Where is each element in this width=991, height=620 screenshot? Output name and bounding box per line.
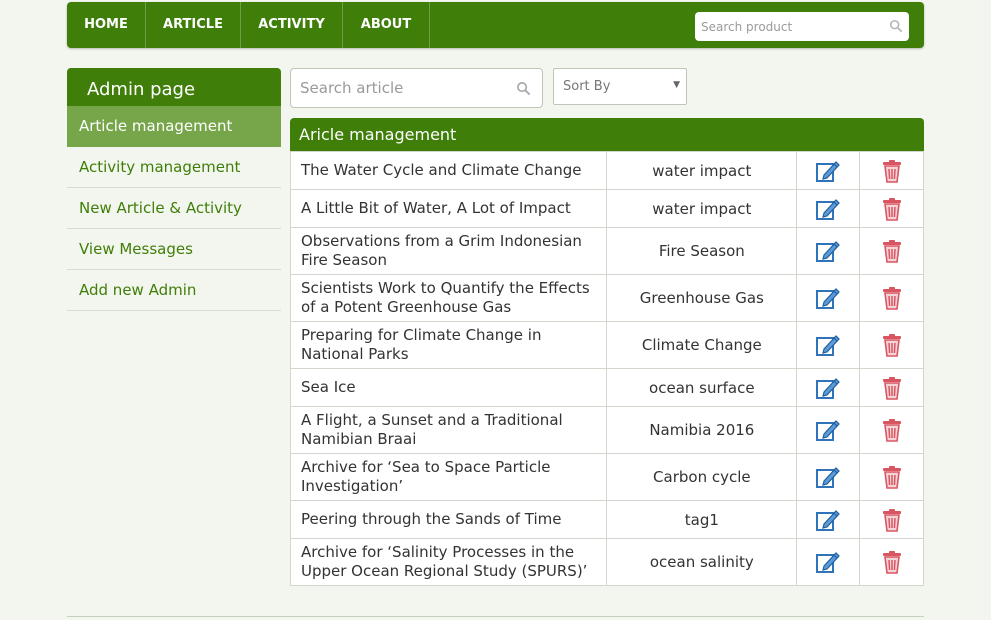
article-title[interactable]: The Water Cycle and Climate Change [289,151,608,190]
table-row: Observations from a Grim Indonesian Fire… [289,227,924,275]
delete-cell [859,406,924,454]
trash-icon[interactable] [879,464,905,490]
article-tag: tag1 [606,500,798,539]
article-title[interactable]: A Little Bit of Water, A Lot of Impact [289,189,608,228]
sort-by-select[interactable]: Sort By ▼ [553,68,687,105]
article-tag: Fire Season [606,227,798,275]
article-title[interactable]: Observations from a Grim Indonesian Fire… [289,227,608,275]
article-tag: Climate Change [606,321,798,369]
article-tag: Carbon cycle [606,453,798,501]
nav-activity[interactable]: ACTIVITY [241,2,343,48]
edit-cell [796,538,861,586]
delete-cell [859,189,924,228]
nav-about[interactable]: ABOUT [343,2,430,48]
edit-cell [796,406,861,454]
top-navbar: HOME ARTICLE ACTIVITY ABOUT [67,2,924,48]
nav-article[interactable]: ARTICLE [146,2,241,48]
delete-cell [859,274,924,322]
edit-icon[interactable] [815,375,841,401]
trash-icon[interactable] [879,158,905,184]
edit-cell [796,500,861,539]
table-row: Sea Ice ocean surface [289,368,924,407]
chevron-down-icon: ▼ [673,80,680,90]
delete-cell [859,500,924,539]
delete-cell [859,453,924,501]
edit-cell [796,227,861,275]
product-search-input[interactable] [695,12,875,41]
article-title[interactable]: Scientists Work to Quantify the Effects … [289,274,608,322]
edit-icon[interactable] [815,332,841,358]
search-icon[interactable] [889,19,903,33]
delete-cell [859,538,924,586]
footer-divider [67,616,924,617]
article-title[interactable]: Archive for ‘Salinity Processes in the U… [289,538,608,586]
delete-cell [859,321,924,369]
edit-icon[interactable] [815,464,841,490]
sidebar-item-article-management[interactable]: Article management [67,106,281,147]
article-title[interactable]: Peering through the Sands of Time [289,500,608,539]
article-tag: ocean salinity [606,538,798,586]
sidebar-title: Admin page [67,68,281,106]
trash-icon[interactable] [879,196,905,222]
trash-icon[interactable] [879,332,905,358]
delete-cell [859,368,924,407]
article-management-panel: Aricle management The Water Cycle and Cl… [289,118,924,586]
article-tag: Greenhouse Gas [606,274,798,322]
table-row: Preparing for Climate Change in National… [289,321,924,369]
table-row: Scientists Work to Quantify the Effects … [289,274,924,322]
sidebar-item-view-messages[interactable]: View Messages [67,229,281,270]
trash-icon[interactable] [879,507,905,533]
edit-icon[interactable] [815,238,841,264]
article-title[interactable]: Sea Ice [289,368,608,407]
edit-icon[interactable] [815,196,841,222]
panel-title: Aricle management [290,118,924,151]
article-tag: water impact [606,189,798,228]
article-title[interactable]: Archive for ‘Sea to Space Particle Inves… [289,453,608,501]
article-search-input[interactable] [291,69,506,107]
article-tag: water impact [606,151,798,190]
nav-home[interactable]: HOME [67,2,146,48]
table-row: A Little Bit of Water, A Lot of Impact wa… [289,189,924,228]
table-row: A Flight, a Sunset and a Traditional Nam… [289,406,924,454]
edit-cell [796,274,861,322]
edit-icon[interactable] [815,417,841,443]
edit-icon[interactable] [815,158,841,184]
trash-icon[interactable] [879,549,905,575]
article-search-box [290,68,543,108]
delete-cell [859,227,924,275]
table-row: Archive for ‘Salinity Processes in the U… [289,538,924,586]
article-table: The Water Cycle and Climate Change water … [289,151,924,586]
table-row: Archive for ‘Sea to Space Particle Inves… [289,453,924,501]
delete-cell [859,151,924,190]
edit-cell [796,151,861,190]
trash-icon[interactable] [879,375,905,401]
edit-icon[interactable] [815,507,841,533]
table-row: The Water Cycle and Climate Change water … [289,151,924,190]
sort-by-label: Sort By [563,79,611,94]
edit-icon[interactable] [815,285,841,311]
edit-cell [796,368,861,407]
trash-icon[interactable] [879,417,905,443]
article-tag: Namibia 2016 [606,406,798,454]
product-search-box [695,12,909,41]
sidebar-item-new-article-activity[interactable]: New Article & Activity [67,188,281,229]
table-row: Peering through the Sands of Time tag1 [289,500,924,539]
edit-icon[interactable] [815,549,841,575]
article-title[interactable]: Preparing for Climate Change in National… [289,321,608,369]
search-icon[interactable] [516,81,531,96]
admin-sidebar: Admin page Article management Activity m… [67,68,281,311]
edit-cell [796,189,861,228]
sidebar-item-activity-management[interactable]: Activity management [67,147,281,188]
edit-cell [796,321,861,369]
trash-icon[interactable] [879,238,905,264]
trash-icon[interactable] [879,285,905,311]
article-tag: ocean surface [606,368,798,407]
sidebar-item-add-new-admin[interactable]: Add new Admin [67,270,281,311]
edit-cell [796,453,861,501]
article-title[interactable]: A Flight, a Sunset and a Traditional Nam… [289,406,608,454]
